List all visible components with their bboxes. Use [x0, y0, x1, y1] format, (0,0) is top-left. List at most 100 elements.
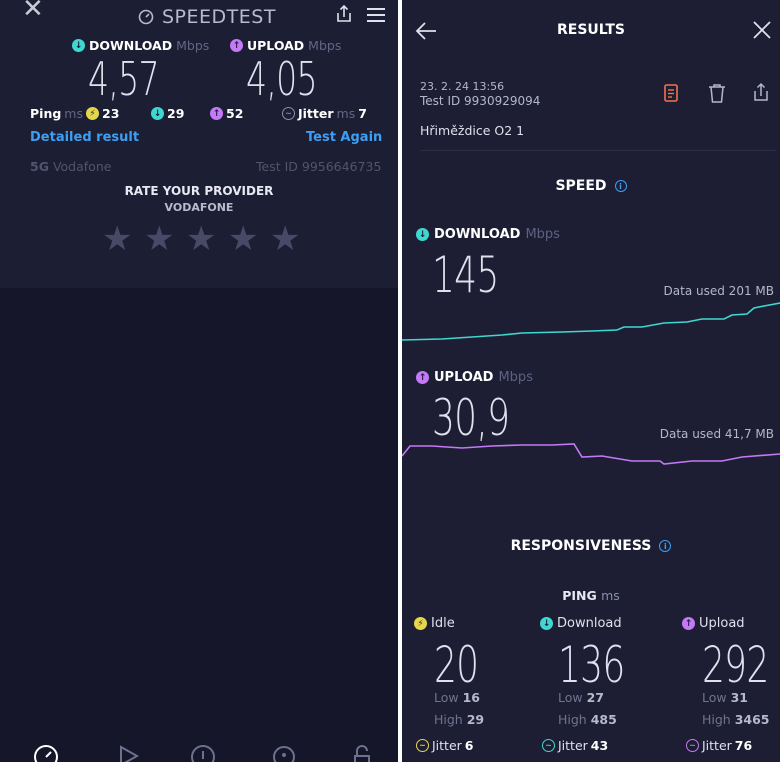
download-header: ↓ DOWNLOAD Mbps — [72, 38, 209, 53]
jitter-icon: ~ — [416, 739, 429, 752]
download-high: High 485 — [558, 712, 617, 727]
close-icon[interactable]: ✕ — [22, 0, 44, 24]
high-label: High — [434, 712, 463, 727]
ping-label: PING ms — [402, 588, 780, 603]
network-type: 5G — [30, 159, 49, 174]
download-low: Low 27 — [558, 690, 604, 705]
download-arrow-icon: ↓ — [416, 228, 429, 241]
star-icon[interactable]: ★ — [270, 222, 304, 256]
results-title: RESULTS — [556, 22, 626, 38]
responsiveness-heading: RESPONSIVENESS i — [402, 538, 780, 554]
gauge-icon — [138, 9, 154, 25]
right-results-panel: RESULTS 23. 2. 24 13:56 Test ID 99309290… — [402, 0, 780, 762]
left-empty-area — [0, 288, 398, 762]
upload-arrow-icon: ↑ — [230, 39, 243, 52]
upload-ping-value: 292 — [702, 636, 769, 694]
rate-provider-heading: RATE YOUR PROVIDER — [124, 184, 274, 198]
idle-high-value: 29 — [466, 712, 485, 727]
idle-header: ⚡ Idle — [414, 616, 455, 631]
download-arrow-icon: ↓ — [72, 39, 85, 52]
download-arrow-icon: ↓ — [151, 107, 164, 120]
info-icon[interactable]: i — [614, 180, 627, 192]
jitter-icon: ~ — [542, 739, 555, 752]
ping-idle-value: 23 — [102, 106, 120, 121]
speed-heading: SPEED i — [402, 178, 780, 194]
alert-icon[interactable] — [190, 744, 216, 762]
provider-name: Vodafone — [52, 159, 112, 174]
left-test-id: Test ID 9956646735 — [256, 159, 382, 174]
speed-heading-text: SPEED — [555, 178, 607, 194]
bottom-nav — [0, 738, 398, 762]
low-label: Low — [558, 690, 583, 705]
star-icon[interactable]: ★ — [186, 222, 220, 256]
share-icon[interactable] — [334, 4, 354, 24]
detailed-result-link[interactable]: Detailed result — [30, 130, 139, 145]
server-name: Hřiměždice O2 1 — [420, 123, 525, 138]
high-label: High — [558, 712, 587, 727]
upload-arrow-icon: ↑ — [416, 371, 429, 384]
star-icon[interactable]: ★ — [102, 222, 136, 256]
lock-icon[interactable] — [352, 744, 372, 762]
upload-jitter: ~ Jitter 76 — [686, 738, 752, 753]
idle-low: Low 16 — [434, 690, 480, 705]
star-icon[interactable]: ★ — [228, 222, 262, 256]
download-ping-label: Download — [557, 616, 622, 631]
upload-ping-header: ↑ Upload — [682, 616, 745, 631]
low-label: Low — [702, 690, 727, 705]
rate-provider-name: VODAFONE — [164, 201, 234, 214]
ping-upload-value: 52 — [226, 106, 244, 121]
menu-icon[interactable] — [366, 6, 386, 24]
ping-unit: ms — [601, 588, 620, 603]
speed-gauge-icon[interactable] — [33, 744, 59, 762]
download-ping-header: ↓ Download — [540, 616, 622, 631]
speedtest-title-text: SPEEDTEST — [162, 6, 276, 28]
upload-unit: Mbps — [308, 38, 342, 53]
speedtest-title: SPEEDTEST — [138, 6, 276, 28]
star-icon[interactable]: ★ — [144, 222, 178, 256]
upload-speed-graph — [402, 443, 780, 465]
upload-ping-label: Upload — [699, 616, 745, 631]
ping-label-text: PING — [562, 588, 597, 603]
ping-download: ↓ 29 — [151, 106, 184, 121]
ping-label: Ping — [30, 106, 62, 121]
upload-value: 4,05 — [246, 52, 318, 106]
upload-low: Low 31 — [702, 690, 748, 705]
idle-label: Idle — [431, 616, 455, 631]
download-arrow-icon: ↓ — [540, 617, 553, 630]
report-icon[interactable] — [664, 84, 678, 102]
idle-ping-value: 20 — [434, 636, 479, 694]
idle-jitter-value: 6 — [464, 738, 474, 753]
network-info: 5G Vodafone — [30, 159, 111, 174]
ping-unit: ms — [64, 106, 83, 121]
idle-icon: ⚡ — [86, 107, 99, 120]
upload-header: ↑ UPLOAD Mbps — [416, 370, 533, 385]
idle-high: High 29 — [434, 712, 484, 727]
play-icon[interactable] — [118, 744, 140, 762]
download-speed-graph — [402, 302, 780, 341]
location-icon[interactable] — [272, 744, 296, 762]
left-result-panel: ✕ SPEEDTEST ↓ DOWNLOAD Mbps ↑ UPLOAD Mbp… — [0, 0, 398, 762]
upload-label: UPLOAD — [247, 38, 305, 53]
download-header: ↓ DOWNLOAD Mbps — [416, 227, 560, 242]
download-unit: Mbps — [525, 227, 560, 242]
idle-low-value: 16 — [462, 690, 481, 705]
divider — [420, 150, 776, 151]
upload-jitter-value: 76 — [734, 738, 753, 753]
upload-high-value: 3465 — [734, 712, 770, 727]
jitter-unit: ms — [336, 106, 356, 121]
jitter: ~ Jitter ms 7 — [282, 106, 367, 121]
download-ping-value: 136 — [558, 636, 625, 694]
test-again-button[interactable]: Test Again — [306, 130, 382, 145]
close-icon[interactable] — [752, 20, 772, 40]
left-result-summary: ✕ SPEEDTEST ↓ DOWNLOAD Mbps ↑ UPLOAD Mbp… — [0, 0, 398, 288]
result-date: 23. 2. 24 13:56 — [420, 80, 505, 93]
upload-label: UPLOAD — [434, 370, 494, 385]
download-jitter-value: 43 — [590, 738, 609, 753]
download-unit: Mbps — [176, 38, 210, 53]
share-icon[interactable] — [751, 82, 771, 102]
idle-icon: ⚡ — [414, 617, 427, 630]
trash-icon[interactable] — [708, 83, 726, 103]
info-icon[interactable]: i — [659, 540, 672, 552]
upload-arrow-icon: ↑ — [682, 617, 695, 630]
jitter-label: Jitter — [702, 738, 732, 753]
